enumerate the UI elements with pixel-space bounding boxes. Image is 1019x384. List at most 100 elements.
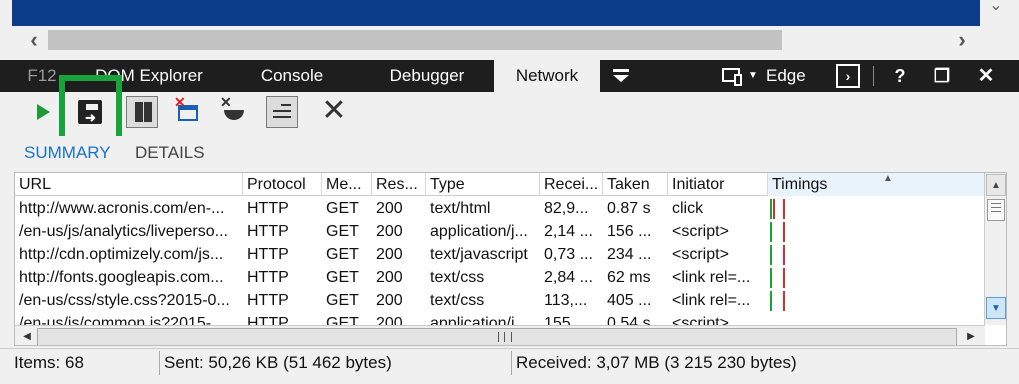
column-header-protocol[interactable]: Protocol — [243, 173, 322, 196]
start-profiling-button[interactable] — [28, 96, 60, 128]
cell-result: 200 — [376, 200, 403, 217]
toolbar-separator — [873, 66, 874, 86]
timing-bar — [770, 245, 772, 265]
cell-received: 82,9... — [544, 200, 589, 217]
emulation-dropdown[interactable]: ▼ Edge — [720, 60, 820, 92]
tab-console[interactable]: Console — [240, 60, 344, 92]
timing-bar — [770, 222, 772, 242]
cell-received: 2,84 ... — [544, 269, 593, 286]
timing-bar — [783, 199, 785, 219]
cell-initiator: click — [672, 200, 704, 217]
cell-protocol: HTTP — [247, 223, 289, 240]
cell-received: 113,... — [544, 292, 588, 309]
network-toolbar: ➜ ✕ ✕ ✕ — [0, 92, 1019, 220]
table-row[interactable]: http://www.acronis.com/en-... HTTP GET 2… — [15, 197, 985, 220]
column-header-received[interactable]: Recei... — [540, 173, 603, 196]
table-row[interactable]: http://cdn.optimizely.com/js... HTTP GET… — [15, 243, 985, 266]
scroll-right-icon[interactable]: ▶ — [961, 326, 981, 345]
cell-initiator: <link rel=... — [672, 292, 751, 309]
cell-protocol: HTTP — [247, 269, 289, 286]
clear-session-button[interactable]: ✕ — [318, 96, 350, 128]
timing-bar — [770, 268, 772, 288]
console-toggle-icon[interactable]: › — [836, 64, 860, 88]
clear-entries-on-navigate-button[interactable]: ✕ — [172, 94, 204, 128]
table-row[interactable]: http://fonts.googleapis.com... HTTP GET … — [15, 266, 985, 289]
undock-icon[interactable]: ❐ — [930, 64, 954, 88]
column-header-taken[interactable]: Taken — [603, 173, 668, 196]
table-row[interactable]: /en-us/js/analytics/liveperso... HTTP GE… — [15, 220, 985, 243]
cell-result: 200 — [376, 246, 403, 263]
cell-protocol: HTTP — [247, 292, 289, 309]
status-bar: Items: 68 Sent: 50,26 KB (51 462 bytes) … — [0, 348, 1019, 376]
cell-result: 200 — [376, 223, 403, 240]
scroll-down-icon[interactable]: ▼ — [986, 297, 1006, 319]
close-icon[interactable]: ✕ — [974, 64, 998, 88]
chevron-down-icon[interactable]: ⌄ — [984, 0, 1008, 14]
sort-arrow-icon: ▲ — [883, 173, 893, 184]
status-items: Items: 68 — [10, 351, 160, 375]
cell-type: text/css — [430, 269, 485, 286]
help-icon[interactable]: ? — [888, 64, 912, 88]
scroll-right-icon[interactable]: › — [950, 28, 974, 52]
tab-summary[interactable]: SUMMARY — [24, 142, 111, 164]
timing-bar — [770, 199, 772, 219]
cell-initiator: <link rel=... — [672, 269, 751, 286]
horizontal-scroll-thumb[interactable] — [37, 328, 957, 345]
column-header-type[interactable]: Type — [426, 173, 540, 196]
vertical-scroll-thumb[interactable] — [987, 199, 1005, 221]
tab-details[interactable]: DETAILS — [135, 142, 205, 164]
cell-type: text/javascript — [430, 246, 528, 263]
cell-url: http://www.acronis.com/en-... — [19, 200, 225, 217]
tab-network[interactable]: Network — [494, 60, 600, 92]
tab-debugger[interactable]: Debugger — [370, 60, 484, 92]
tab-f12: F12 — [27, 66, 57, 85]
cell-taken: 234 ... — [607, 246, 652, 263]
page-horizontal-scrollbar[interactable]: ‹ › — [22, 28, 974, 52]
devtools-window: ⌄ ‹ › F12 DOM Explorer Console Debugger … — [0, 0, 1019, 384]
table-vertical-scrollbar[interactable]: ▲ ▼ — [984, 173, 1006, 325]
phone-icon — [734, 74, 742, 86]
cell-protocol: HTTP — [247, 246, 289, 263]
table-horizontal-scrollbar[interactable]: ◀ ▶ — [15, 325, 985, 345]
cell-url: http://cdn.optimizely.com/js... — [19, 246, 224, 263]
scroll-left-icon[interactable]: ‹ — [22, 28, 46, 52]
cell-method: GET — [326, 246, 359, 263]
column-header-result[interactable]: Res... — [372, 173, 426, 196]
status-received: Received: 3,07 MB (3 215 230 bytes) — [516, 353, 797, 372]
cell-result: 200 — [376, 269, 403, 286]
column-header-url[interactable]: URL — [15, 173, 243, 196]
clear-cache-button[interactable]: ✕ — [218, 94, 250, 128]
column-header-method[interactable]: Me... — [322, 173, 372, 196]
timing-bar — [770, 291, 772, 311]
scroll-up-icon[interactable]: ▲ — [986, 174, 1006, 196]
cell-initiator: <script> — [672, 246, 729, 263]
timing-bar — [783, 268, 785, 288]
red-x-icon: ✕ — [174, 94, 186, 110]
column-header-timings[interactable]: Timings — [768, 173, 985, 196]
cell-method: GET — [326, 292, 359, 309]
cell-protocol: HTTP — [247, 200, 289, 217]
page-scroll-thumb[interactable] — [48, 30, 782, 50]
column-header-initiator[interactable]: Initiator — [668, 173, 768, 196]
cache-icon — [224, 110, 244, 120]
timing-bar — [773, 199, 775, 219]
cell-method: GET — [326, 269, 359, 286]
list-icon — [273, 104, 291, 122]
table-row[interactable]: /en-us/css/style.css?2015-0... HTTP GET … — [15, 289, 985, 312]
cell-type: application/j... — [430, 223, 528, 240]
table-header: URL Protocol Me... Res... Type Recei... … — [15, 173, 1006, 196]
scroll-left-icon[interactable]: ◀ — [17, 326, 37, 345]
always-refresh-button[interactable] — [266, 96, 298, 128]
devtools-tab-bar: F12 DOM Explorer Console Debugger Networ… — [0, 60, 1019, 92]
play-icon — [37, 104, 50, 120]
network-table: URL Protocol Me... Res... Type Recei... … — [14, 172, 1007, 346]
cell-taken: 405 ... — [607, 292, 652, 309]
view-tabs: SUMMARY DETAILS — [0, 136, 1019, 172]
page-header-band — [12, 0, 980, 26]
cell-taken: 156 ... — [607, 223, 652, 240]
cell-type: text/html — [430, 200, 491, 217]
cell-url: http://fonts.googleapis.com... — [19, 269, 224, 286]
more-tools-icon[interactable] — [606, 60, 636, 92]
import-button[interactable] — [126, 96, 158, 128]
cell-received: 2,14 ... — [544, 223, 593, 240]
